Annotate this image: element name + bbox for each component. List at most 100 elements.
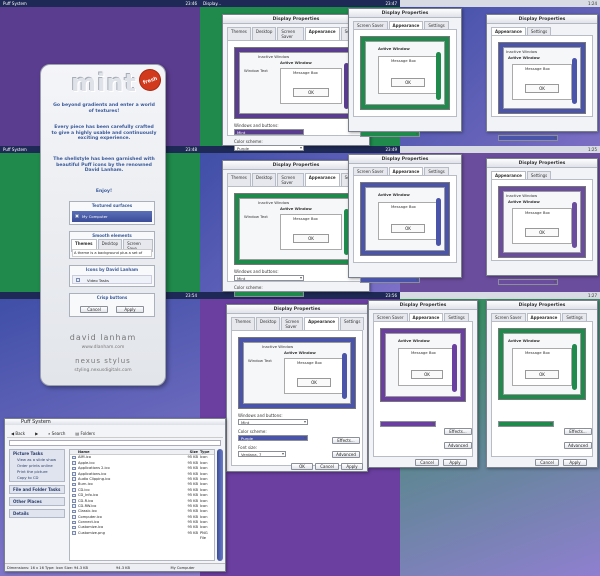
font-size-select[interactable]: Verdana, 7 <box>238 451 286 457</box>
color-scheme-select[interactable]: Purple <box>234 145 304 151</box>
dialog-title[interactable]: Display Properties <box>349 155 461 164</box>
dialog-title[interactable]: Display Properties <box>227 305 367 314</box>
preview-ok-button[interactable]: OK <box>293 234 329 243</box>
preview-ok-button[interactable]: OK <box>525 228 559 237</box>
tab-appearance[interactable]: Appearance <box>408 313 444 321</box>
preview-ok-button[interactable]: OK <box>293 88 329 97</box>
taskbar-label[interactable]: Puff System <box>3 147 27 152</box>
column-type[interactable]: Type <box>200 450 214 454</box>
table-row[interactable]: Customize.png 95 KB PNG File <box>70 531 214 540</box>
tab-settings[interactable]: Settings <box>526 171 552 179</box>
tab-screen-saver[interactable]: Screen Saver <box>277 27 304 40</box>
task-copy-cd[interactable]: Copy to CD <box>10 475 64 481</box>
preview-ok-button[interactable]: OK <box>525 370 559 379</box>
cancel-button[interactable]: Cancel <box>315 463 339 470</box>
taskbar-2[interactable]: Display... 23:47 <box>200 0 400 7</box>
advanced-button[interactable]: Advanced <box>444 442 472 449</box>
tab-settings[interactable]: Settings <box>340 317 365 330</box>
taskbar-label[interactable]: Puff System <box>3 1 27 6</box>
search-button[interactable]: ⌕ Search <box>48 430 65 437</box>
advanced-button[interactable]: Advanced <box>564 442 592 449</box>
cancel-button[interactable]: Cancel <box>535 459 559 466</box>
tab-appearance[interactable]: Appearance <box>388 21 424 29</box>
advanced-button[interactable]: Advanced <box>332 451 360 458</box>
taskbar-1[interactable]: Puff System 23:46 <box>0 0 200 7</box>
tab-appearance[interactable]: Appearance <box>304 173 340 186</box>
dialog-title[interactable]: Display Properties <box>487 159 597 168</box>
preview-ok-button[interactable]: OK <box>391 78 425 87</box>
my-computer-item[interactable]: My Computer <box>72 211 152 222</box>
tab-themes[interactable]: Themes <box>227 27 251 40</box>
dialog-title[interactable]: Display Properties <box>349 9 461 18</box>
details-header[interactable]: Details <box>10 510 64 517</box>
tab-settings[interactable]: Settings <box>444 313 469 321</box>
tab-themes[interactable]: Themes <box>231 317 255 330</box>
explorer-title[interactable]: Puff System <box>5 419 225 425</box>
windows-buttons-select[interactable] <box>360 277 420 283</box>
preview-ok-button[interactable]: OK <box>411 370 443 379</box>
tab-screen-saver[interactable]: Screen Saver <box>353 21 388 29</box>
windows-buttons-select[interactable]: Mint <box>238 419 308 425</box>
ok-button[interactable]: OK <box>291 463 313 470</box>
scrollbar[interactable] <box>217 449 223 561</box>
tab-appearance[interactable]: Appearance <box>491 171 526 179</box>
effects-button[interactable]: Effects... <box>444 428 472 435</box>
windows-buttons-select[interactable] <box>360 131 420 137</box>
forward-icon[interactable]: ▶ <box>35 430 38 437</box>
apply-button[interactable]: Apply <box>116 306 144 313</box>
tab-settings[interactable]: Settings <box>424 21 449 29</box>
effects-button[interactable]: Effects... <box>332 437 360 444</box>
tab-desktop[interactable]: Desktop <box>255 317 281 330</box>
tab-settings[interactable]: Settings <box>562 313 587 321</box>
tab-appearance[interactable]: Appearance <box>304 27 340 40</box>
tab-settings[interactable]: Settings <box>424 167 449 175</box>
tab-appearance[interactable]: Appearance <box>491 27 526 35</box>
tab-screen-saver[interactable]: Screen Saver <box>491 313 526 321</box>
taskbar-6[interactable]: 1:25 <box>400 146 600 153</box>
apply-button[interactable]: Apply <box>563 459 587 466</box>
back-button[interactable]: ◀ Back <box>11 430 25 437</box>
tab-screen-saver[interactable]: Screen Saver <box>277 173 304 186</box>
video-tasks-item[interactable]: Video Tasks <box>72 275 152 284</box>
tab-screen-saver[interactable]: Screen Saver <box>353 167 388 175</box>
taskbar-3[interactable]: 1:24 <box>400 0 600 7</box>
folders-button[interactable]: ▤ Folders <box>75 430 95 437</box>
tab-desktop[interactable]: Desktop <box>251 27 277 40</box>
address-bar[interactable] <box>9 440 221 446</box>
tab-desktop[interactable]: Desktop <box>251 173 277 186</box>
column-name[interactable]: Name <box>72 450 182 454</box>
tab-settings[interactable]: Settings <box>526 27 552 35</box>
windows-buttons-select[interactable] <box>498 421 554 427</box>
appearance-panel: Active Window Message Box OK Effects... … <box>491 321 593 457</box>
preview-ok-button[interactable]: OK <box>297 378 331 387</box>
windows-buttons-select[interactable] <box>380 421 436 427</box>
cancel-button[interactable]: Cancel <box>80 306 108 313</box>
apply-button[interactable]: Apply <box>443 459 467 466</box>
color-scheme-select[interactable]: Purple <box>238 435 308 441</box>
effects-button[interactable]: Effects... <box>564 428 592 435</box>
taskbar-label[interactable]: Display... <box>203 1 221 6</box>
dialog-title[interactable]: Display Properties <box>369 301 477 310</box>
windows-buttons-select[interactable]: Mint <box>234 129 304 135</box>
windows-buttons-select[interactable] <box>498 279 558 285</box>
other-places-header[interactable]: Other Places <box>10 498 64 505</box>
windows-buttons-select[interactable] <box>498 135 558 141</box>
tab-appearance[interactable]: Appearance <box>388 167 424 175</box>
file-tasks-header[interactable]: File and Folder Tasks <box>10 486 64 493</box>
taskbar-9[interactable]: 1:27 <box>400 292 600 299</box>
preview-ok-button[interactable]: OK <box>525 84 559 93</box>
tab-screen-saver[interactable]: Screen Saver <box>373 313 408 321</box>
tab-screen-saver[interactable]: Screen Saver <box>281 317 304 330</box>
tab-themes[interactable]: Themes <box>227 173 251 186</box>
tab-appearance[interactable]: Appearance <box>304 317 339 330</box>
preview-ok-button[interactable]: OK <box>391 224 425 233</box>
tab-appearance[interactable]: Appearance <box>526 313 562 321</box>
windows-buttons-select[interactable]: Mint <box>234 275 304 281</box>
column-size[interactable]: Size <box>182 450 200 454</box>
dialog-title[interactable]: Display Properties <box>487 15 597 24</box>
apply-button[interactable]: Apply <box>341 463 363 470</box>
dialog-title[interactable]: Display Properties <box>487 301 597 310</box>
picture-tasks-header[interactable]: Picture Tasks <box>10 450 64 457</box>
color-scheme-select[interactable] <box>234 291 304 297</box>
cancel-button[interactable]: Cancel <box>415 459 439 466</box>
